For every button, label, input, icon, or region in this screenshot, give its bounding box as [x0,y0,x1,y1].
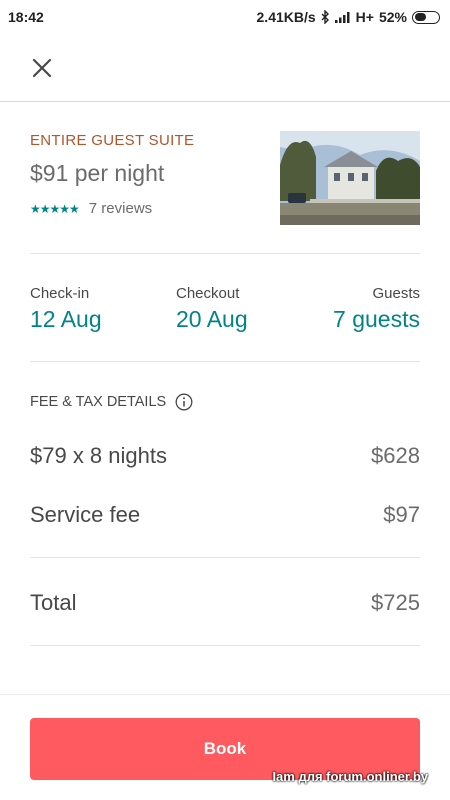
footer: Book Iam для forum.onliner.by [0,694,450,800]
service-fee-row: Service fee $97 [30,502,420,528]
checkin-label: Check-in [30,285,90,302]
checkout-label: Checkout [176,285,240,302]
info-icon[interactable] [175,393,193,411]
close-button[interactable] [26,52,58,84]
fee-header-label: FEE & TAX DETAILS [30,394,167,410]
toolbar [0,34,450,102]
nightly-fee-label: $79 x 8 nights [30,443,167,468]
status-right: 2.41KB/s H+ 52% [257,9,440,25]
checkin-field[interactable]: Check-in 12 Aug [30,285,102,333]
service-fee-label: Service fee [30,502,141,527]
guests-value: 7 guests [333,306,420,332]
signal-icon [334,11,351,23]
listing-type: ENTIRE GUEST SUITE [30,132,195,149]
fee-header: FEE & TAX DETAILS [30,393,193,411]
status-time: 18:42 [8,9,44,25]
service-fee-amount: $97 [383,502,420,527]
total-label: Total [30,590,77,615]
battery-icon [412,10,440,24]
guests-label: Guests [372,285,420,302]
nightly-price: $91 per night [30,160,165,186]
guests-field[interactable]: Guests 7 guests [333,285,420,333]
star-rating: ★★★★★ [30,201,80,216]
listing-summary: ENTIRE GUEST SUITE $91 per night ★★★★★ 7… [30,102,420,254]
total-amount: $725 [371,590,420,615]
status-bar: 18:42 2.41KB/s H+ 52% [0,0,450,34]
nightly-fee-amount: $628 [371,443,420,468]
bluetooth-icon [321,10,330,24]
rating: ★★★★★ 7 reviews [30,200,152,217]
nightly-fee-row: $79 x 8 nights $628 [30,443,420,469]
checkout-value: 20 Aug [176,306,248,332]
listing-photo[interactable] [280,131,420,225]
trip-details: Check-in 12 Aug Checkout 20 Aug Guests 7… [30,254,420,362]
total-row: Total $725 [30,590,420,616]
battery-percent: 52% [378,9,407,25]
checkout-field[interactable]: Checkout 20 Aug [176,285,248,333]
checkin-value: 12 Aug [30,306,102,332]
watermark: Iam для forum.onliner.by [272,769,428,784]
reviews-count: 7 reviews [88,200,153,217]
total-section: Total $725 [30,558,420,646]
network-type: H+ [355,9,374,25]
fee-details: FEE & TAX DETAILS $79 x 8 nights $628 Se… [30,362,420,558]
close-icon [32,58,52,78]
network-speed: 2.41KB/s [256,9,316,25]
